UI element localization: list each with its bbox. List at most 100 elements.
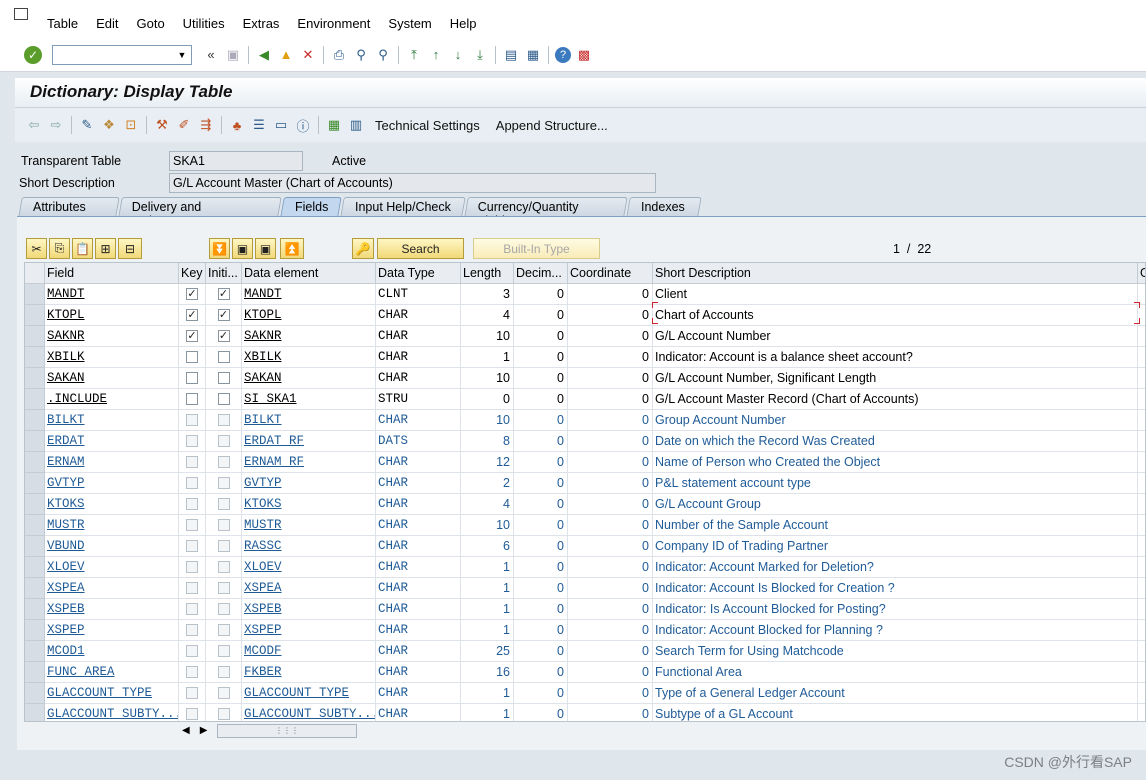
scroll-right-icon[interactable]: ▶ <box>200 725 208 736</box>
table-row[interactable]: SAKNR ✓ ✓ SAKNR CHAR 10 0 0 G/L Account Number <box>25 326 1145 347</box>
table-row[interactable]: SAKAN SAKAN CHAR 10 0 0 G/L Account Number, Si… <box>25 368 1145 389</box>
print-icon[interactable]: ⎙ <box>330 46 348 64</box>
tab-indexes[interactable]: Indexes <box>626 197 702 217</box>
checked-checkbox[interactable]: ✓ <box>217 287 230 300</box>
unchecked-checkbox[interactable] <box>186 665 198 678</box>
field-cell[interactable]: XLOEV <box>45 557 179 578</box>
field-cell[interactable]: XSPEP <box>45 620 179 641</box>
row-selector[interactable] <box>25 536 45 557</box>
checked-checkbox[interactable]: ✓ <box>217 329 230 342</box>
menu-environment[interactable]: Environment <box>288 16 379 31</box>
data-element-cell[interactable]: ERDAT_RF <box>242 431 376 452</box>
built-in-type-button[interactable]: Built-In Type <box>473 238 600 259</box>
checked-checkbox[interactable]: ✓ <box>217 308 230 321</box>
row-selector[interactable] <box>25 452 45 473</box>
new-session-icon[interactable]: ▤ <box>502 46 520 64</box>
table-row[interactable]: XSPEB XSPEB CHAR 1 0 0 Indicator: Is Account B… <box>25 599 1145 620</box>
unchecked-checkbox[interactable] <box>186 350 198 363</box>
column-header[interactable]: Decim... <box>514 263 568 284</box>
unchecked-checkbox[interactable] <box>186 686 198 699</box>
menu-edit[interactable]: Edit <box>87 16 127 31</box>
object-list-icon[interactable]: ☰ <box>250 116 268 134</box>
data-element-cell[interactable]: MCODF <box>242 641 376 662</box>
table-contents-icon[interactable]: ▥ <box>347 116 365 134</box>
previous-page-icon[interactable]: ↑ <box>427 46 445 64</box>
search-button[interactable]: Search <box>377 238 464 259</box>
row-selector[interactable] <box>25 683 45 704</box>
table-row[interactable]: KTOPL ✓ ✓ KTOPL CHAR 4 0 0 Chart of Accounts <box>25 305 1145 326</box>
data-element-cell[interactable]: XSPEB <box>242 599 376 620</box>
unchecked-checkbox[interactable] <box>186 518 198 531</box>
unchecked-checkbox[interactable] <box>217 623 230 636</box>
data-element-cell[interactable]: ERNAM_RF <box>242 452 376 473</box>
data-element-cell[interactable]: SAKNR <box>242 326 376 347</box>
unchecked-checkbox[interactable] <box>186 455 198 468</box>
find-icon[interactable]: ⚲ <box>352 46 370 64</box>
row-selector[interactable] <box>25 326 45 347</box>
field-cell[interactable]: XSPEB <box>45 599 179 620</box>
table-row[interactable]: .INCLUDE SI_SKA1 STRU 0 0 0 G/L Account Master… <box>25 389 1145 410</box>
checked-checkbox[interactable]: ✓ <box>186 329 198 342</box>
unchecked-checkbox[interactable] <box>186 623 198 636</box>
unchecked-checkbox[interactable] <box>217 371 230 384</box>
data-element-cell[interactable]: RASSC <box>242 536 376 557</box>
select-all-corner[interactable] <box>25 263 45 284</box>
data-element-cell[interactable]: SI_SKA1 <box>242 389 376 410</box>
column-header[interactable]: Key <box>179 263 206 284</box>
unchecked-checkbox[interactable] <box>186 560 198 573</box>
checked-checkbox[interactable]: ✓ <box>186 287 198 300</box>
find-next-icon[interactable]: ⚲ <box>374 46 392 64</box>
row-selector[interactable] <box>25 662 45 683</box>
short-description-field[interactable]: G/L Account Master (Chart of Accounts) <box>169 173 656 193</box>
column-header[interactable]: Data Type <box>376 263 461 284</box>
unchecked-checkbox[interactable] <box>217 539 230 552</box>
command-field[interactable]: ▼ <box>52 44 192 65</box>
sort-up-icon[interactable]: ⏫ <box>280 238 304 259</box>
data-element-cell[interactable]: XLOEV <box>242 557 376 578</box>
column-header[interactable]: Field <box>45 263 179 284</box>
scroll-left-icon[interactable]: ◀ <box>182 725 190 736</box>
field-cell[interactable]: GVTYP <box>45 473 179 494</box>
data-element-cell[interactable]: GLACCOUNT_SUBTY... <box>242 704 376 721</box>
column-header[interactable]: Short Description <box>653 263 1138 284</box>
data-element-cell[interactable]: MANDT <box>242 284 376 305</box>
unchecked-checkbox[interactable] <box>217 476 230 489</box>
cancel-icon[interactable]: ✕ <box>299 46 317 64</box>
menu-system[interactable]: System <box>379 16 440 31</box>
paste-row-icon[interactable]: 📋 <box>72 238 93 259</box>
exit-icon[interactable]: ▲ <box>277 46 295 64</box>
row-selector[interactable] <box>25 431 45 452</box>
first-page-icon[interactable]: ⤒ <box>405 46 423 64</box>
table-row[interactable]: XSPEP XSPEP CHAR 1 0 0 Indicator: Account Bloc… <box>25 620 1145 641</box>
unchecked-checkbox[interactable] <box>217 707 230 720</box>
new-rows-icon[interactable]: ▣ <box>232 238 253 259</box>
technical-settings-button[interactable]: Technical Settings <box>375 118 480 133</box>
info-icon[interactable]: ⓘ <box>294 116 312 134</box>
field-cell[interactable]: GLACCOUNT_TYPE <box>45 683 179 704</box>
table-row[interactable]: XBILK XBILK CHAR 1 0 0 Indicator: Account is a… <box>25 347 1145 368</box>
unchecked-checkbox[interactable] <box>186 497 198 510</box>
cut-row-icon[interactable]: ✂ <box>26 238 47 259</box>
chevron-down-icon[interactable]: ▼ <box>175 46 189 64</box>
data-element-cell[interactable]: XSPEP <box>242 620 376 641</box>
data-element-cell[interactable]: FKBER <box>242 662 376 683</box>
table-row[interactable]: GLACCOUNT_SUBTY... GLACCOUNT_SUBTY... CHAR… <box>25 704 1145 721</box>
table-row[interactable]: MCOD1 MCODF CHAR 25 0 0 Search Term for Using … <box>25 641 1145 662</box>
unchecked-checkbox[interactable] <box>186 644 198 657</box>
field-cell[interactable]: SAKAN <box>45 368 179 389</box>
unchecked-checkbox[interactable] <box>186 539 198 552</box>
data-element-cell[interactable]: KTOKS <box>242 494 376 515</box>
unchecked-checkbox[interactable] <box>186 434 198 447</box>
horizontal-scrollbar[interactable]: ⋮⋮⋮ <box>217 724 357 738</box>
field-cell[interactable]: KTOKS <box>45 494 179 515</box>
data-element-cell[interactable]: SAKAN <box>242 368 376 389</box>
append-structure-button[interactable]: Append Structure... <box>496 118 608 133</box>
column-header[interactable]: Initi... <box>206 263 242 284</box>
field-cell[interactable]: XSPEA <box>45 578 179 599</box>
data-element-cell[interactable]: XSPEA <box>242 578 376 599</box>
unchecked-checkbox[interactable] <box>217 644 230 657</box>
field-cell[interactable]: ERDAT <box>45 431 179 452</box>
collapse-icon[interactable]: « <box>202 46 220 64</box>
field-cell[interactable]: GLACCOUNT_SUBTY... <box>45 704 179 721</box>
table-row[interactable]: XLOEV XLOEV CHAR 1 0 0 Indicator: Account Mark… <box>25 557 1145 578</box>
